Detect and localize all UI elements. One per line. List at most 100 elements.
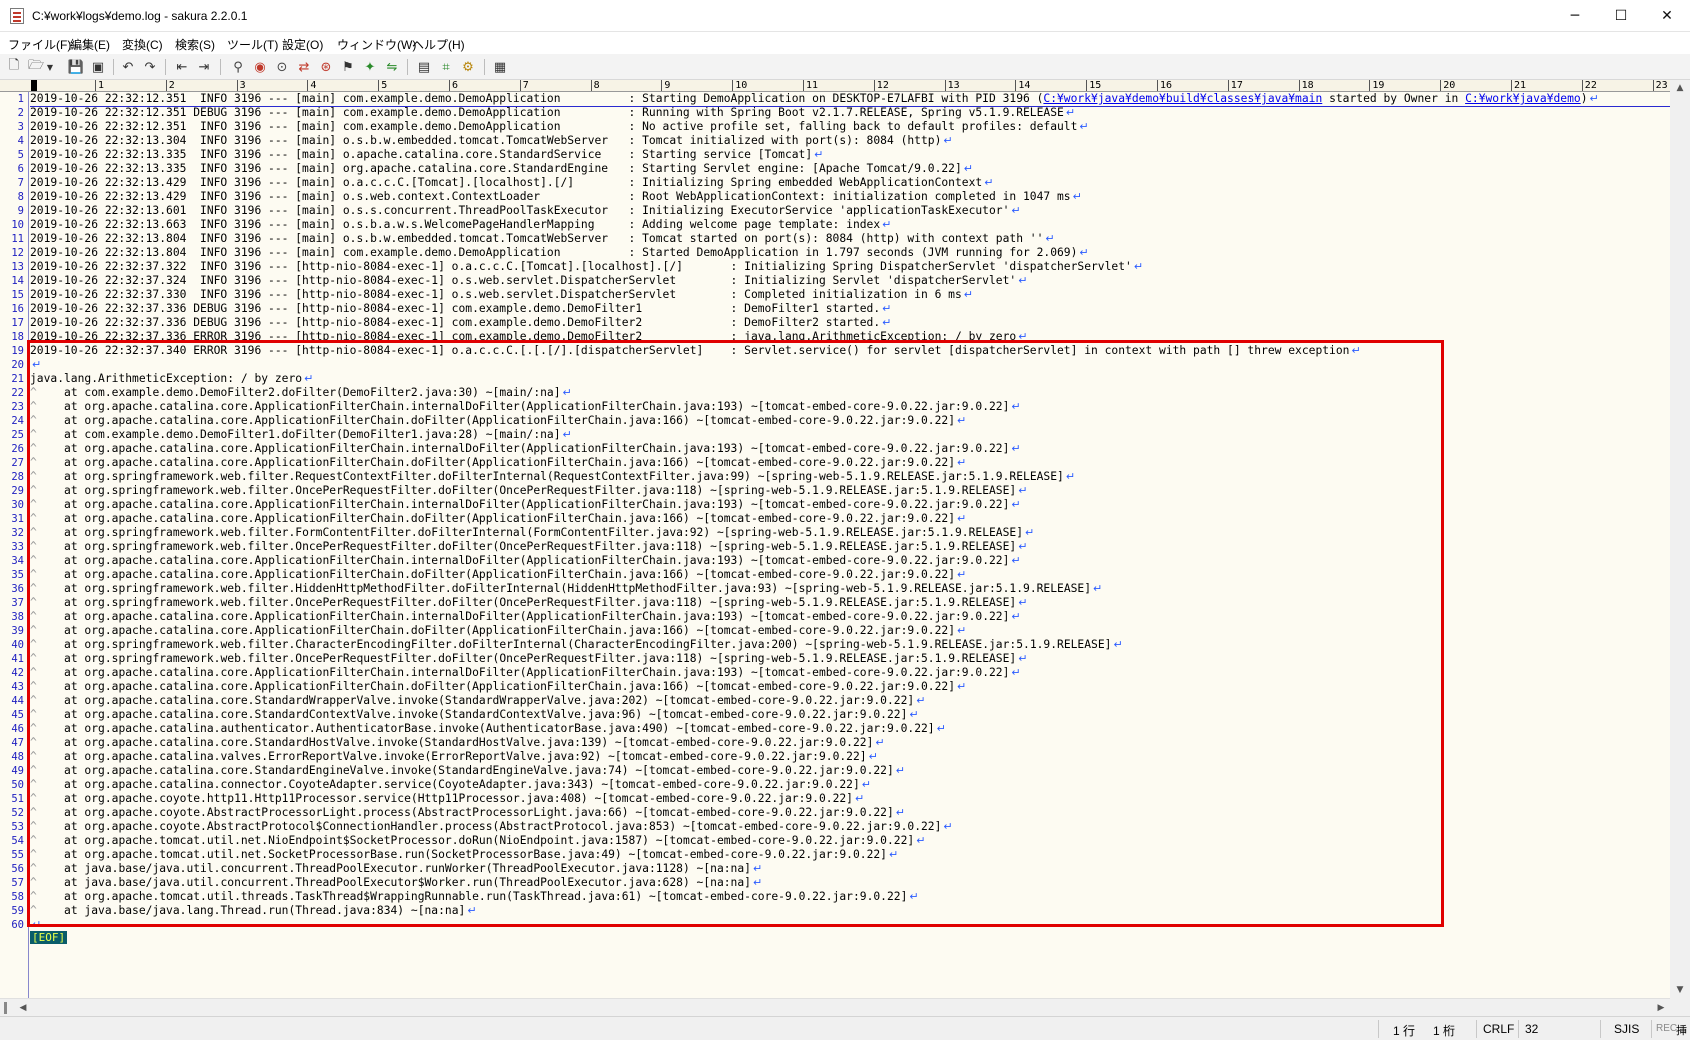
line-number[interactable]: 43 — [0, 680, 24, 694]
line-number[interactable]: 23 — [0, 400, 24, 414]
line-text[interactable]: ^ at java.base/java.lang.Thread.run(Thre… — [30, 904, 477, 918]
line-number[interactable]: 5 — [0, 148, 24, 162]
line-number[interactable]: 30 — [0, 498, 24, 512]
editor-line[interactable]: 39 ^ at org.apache.catalina.core.Applicat… — [0, 624, 1670, 638]
editor-line[interactable]: 7 2019-10-26 22:32:13.429 INFO 3196 --- [… — [0, 176, 1670, 190]
line-number[interactable]: 54 — [0, 834, 24, 848]
editor-line[interactable]: 24 ^ at org.apache.catalina.core.Applicat… — [0, 414, 1670, 428]
line-number[interactable]: 22 — [0, 386, 24, 400]
column-ruler[interactable]: 1 2 3 4 5 6 7 8 9 10 11 12 13 14 15 16 17 18 19 20 21 22 23 — [29, 80, 1670, 92]
line-text[interactable]: ^ at org.apache.catalina.core.StandardCo… — [30, 708, 919, 722]
line-number[interactable]: 25 — [0, 428, 24, 442]
line-number[interactable]: 41 — [0, 652, 24, 666]
line-number[interactable]: 4 — [0, 134, 24, 148]
editor-line[interactable]: 56 ^ at java.base/java.util.concurrent.Th… — [0, 862, 1670, 876]
editor-line[interactable]: 44 ^ at org.apache.catalina.core.Standard… — [0, 694, 1670, 708]
editor-line[interactable]: 22 ^ at com.example.demo.DemoFilter2.doFi… — [0, 386, 1670, 400]
line-number[interactable]: 6 — [0, 162, 24, 176]
undo-icon[interactable]: ↶ — [118, 57, 138, 77]
editor-line[interactable]: 38 ^ at org.apache.catalina.core.Applicat… — [0, 610, 1670, 624]
editor-line[interactable]: 14 2019-10-26 22:32:37.324 INFO 3196 --- … — [0, 274, 1670, 288]
line-number[interactable]: 19 — [0, 344, 24, 358]
editor-line[interactable]: 53 ^ at org.apache.coyote.AbstractProtoco… — [0, 820, 1670, 834]
line-text[interactable]: 2019-10-26 22:32:37.324 INFO 3196 --- [h… — [30, 274, 1027, 288]
editor-line[interactable]: 4 2019-10-26 22:32:13.304 INFO 3196 --- [… — [0, 134, 1670, 148]
editor-line[interactable]: 10 2019-10-26 22:32:13.663 INFO 3196 --- … — [0, 218, 1670, 232]
close-button[interactable]: ✕ — [1644, 0, 1690, 32]
vertical-scrollbar[interactable]: ▲ ▼ — [1670, 80, 1690, 998]
open-file-icon[interactable]: 🗁 — [26, 57, 46, 77]
line-number[interactable]: 47 — [0, 736, 24, 750]
status-eol[interactable]: CRLF — [1483, 1022, 1514, 1036]
line-text[interactable]: 2019-10-26 22:32:37.340 ERROR 3196 --- [… — [30, 344, 1361, 358]
bookmark-icon[interactable]: ⚑ — [338, 57, 358, 77]
line-number[interactable]: 58 — [0, 890, 24, 904]
line-text[interactable]: 2019-10-26 22:32:37.322 INFO 3196 --- [h… — [30, 260, 1143, 274]
line-text[interactable]: ^ at org.apache.catalina.core.Applicatio… — [30, 666, 1021, 680]
line-number[interactable]: 32 — [0, 526, 24, 540]
line-number[interactable]: 1 — [0, 92, 24, 106]
line-text[interactable]: ^ at org.apache.coyote.AbstractProtocol$… — [30, 820, 953, 834]
editor-line[interactable]: 57 ^ at java.base/java.util.concurrent.Th… — [0, 876, 1670, 890]
editor-line[interactable]: 58 ^ at org.apache.tomcat.util.threads.Ta… — [0, 890, 1670, 904]
line-text[interactable]: 2019-10-26 22:32:13.663 INFO 3196 --- [m… — [30, 218, 891, 232]
editor-line[interactable]: 59 ^ at java.base/java.lang.Thread.run(Th… — [0, 904, 1670, 918]
line-number[interactable]: 34 — [0, 554, 24, 568]
line-text[interactable]: ^ at org.apache.catalina.connector.Coyot… — [30, 778, 871, 792]
editor-line[interactable]: 30 ^ at org.apache.catalina.core.Applicat… — [0, 498, 1670, 512]
line-text[interactable]: ^ at org.apache.catalina.valves.ErrorRep… — [30, 750, 878, 764]
line-text[interactable]: ^ at org.apache.tomcat.util.net.NioEndpo… — [30, 834, 925, 848]
line-number[interactable]: 7 — [0, 176, 24, 190]
line-number[interactable]: 40 — [0, 638, 24, 652]
editor-line[interactable]: 60 ↵ — [0, 918, 1670, 932]
line-text[interactable]: ^ at org.apache.coyote.http11.Http11Proc… — [30, 792, 864, 806]
editor-line[interactable]: 17 2019-10-26 22:32:37.336 DEBUG 3196 ---… — [0, 316, 1670, 330]
line-number[interactable]: 14 — [0, 274, 24, 288]
line-number[interactable]: 48 — [0, 750, 24, 764]
line-text[interactable]: 2019-10-26 22:32:37.330 INFO 3196 --- [h… — [30, 288, 973, 302]
editor-line[interactable]: 8 2019-10-26 22:32:13.429 INFO 3196 --- [… — [0, 190, 1670, 204]
line-number[interactable]: 2 — [0, 106, 24, 120]
scroll-left-arrow-icon[interactable]: ◀ — [14, 999, 32, 1017]
line-number[interactable]: 45 — [0, 708, 24, 722]
line-number[interactable]: 24 — [0, 414, 24, 428]
editor-line[interactable]: 27 ^ at org.apache.catalina.core.Applicat… — [0, 456, 1670, 470]
replace-icon[interactable]: ⇄ — [294, 57, 314, 77]
editor-line[interactable]: 9 2019-10-26 22:32:13.601 INFO 3196 --- [… — [0, 204, 1670, 218]
menu-file[interactable]: ファイル(F) — [8, 36, 71, 53]
line-text[interactable]: ^ at org.springframework.web.filter.Once… — [30, 652, 1027, 666]
outline-icon[interactable]: ▤ — [414, 57, 434, 77]
editor-line[interactable]: 50 ^ at org.apache.catalina.connector.Coy… — [0, 778, 1670, 792]
editor-line[interactable]: 18 2019-10-26 22:32:37.336 ERROR 3196 ---… — [0, 330, 1670, 344]
line-number[interactable]: 27 — [0, 456, 24, 470]
line-number[interactable]: 3 — [0, 120, 24, 134]
editor-line[interactable]: 55 ^ at org.apache.tomcat.util.net.Socket… — [0, 848, 1670, 862]
line-text[interactable]: 2019-10-26 22:32:13.335 INFO 3196 --- [m… — [30, 162, 973, 176]
line-text[interactable]: ^ at org.springframework.web.filter.Once… — [30, 484, 1027, 498]
line-number[interactable]: 50 — [0, 778, 24, 792]
line-text[interactable]: 2019-10-26 22:32:13.304 INFO 3196 --- [m… — [30, 134, 953, 148]
line-text[interactable]: ^ at org.apache.catalina.core.Applicatio… — [30, 568, 966, 582]
line-text[interactable]: ^ at org.apache.tomcat.util.threads.Task… — [30, 890, 919, 904]
new-file-icon[interactable]: 🗋 — [4, 57, 24, 77]
line-number[interactable]: 13 — [0, 260, 24, 274]
line-text[interactable]: ^ at org.apache.catalina.core.Applicatio… — [30, 498, 1021, 512]
line-text[interactable]: ^ at org.apache.catalina.core.Applicatio… — [30, 512, 966, 526]
line-text[interactable]: ↵ — [30, 358, 41, 372]
line-number[interactable]: 16 — [0, 302, 24, 316]
line-number[interactable]: 8 — [0, 190, 24, 204]
line-text[interactable]: ^ at java.base/java.util.concurrent.Thre… — [30, 876, 762, 890]
editor-line[interactable]: 45 ^ at org.apache.catalina.core.Standard… — [0, 708, 1670, 722]
editor-line[interactable]: 19 2019-10-26 22:32:37.340 ERROR 3196 ---… — [0, 344, 1670, 358]
line-text[interactable]: ^ at org.apache.tomcat.util.net.SocketPr… — [30, 848, 898, 862]
editor-area[interactable]: [EOF] 1 2019-10-26 22:32:12.351 INFO 3196… — [0, 92, 1670, 998]
line-number[interactable]: 42 — [0, 666, 24, 680]
line-number[interactable]: 53 — [0, 820, 24, 834]
menu-window[interactable]: ウィンドウ(W) — [337, 36, 416, 53]
line-text[interactable]: ^ at org.apache.catalina.core.Applicatio… — [30, 414, 966, 428]
line-number[interactable]: 52 — [0, 806, 24, 820]
settings-icon[interactable]: ⚙ — [458, 57, 478, 77]
line-text[interactable]: ^ at org.springframework.web.filter.Once… — [30, 540, 1027, 554]
minimize-button[interactable]: ─ — [1552, 0, 1598, 32]
save-icon[interactable]: 💾 — [66, 57, 86, 77]
